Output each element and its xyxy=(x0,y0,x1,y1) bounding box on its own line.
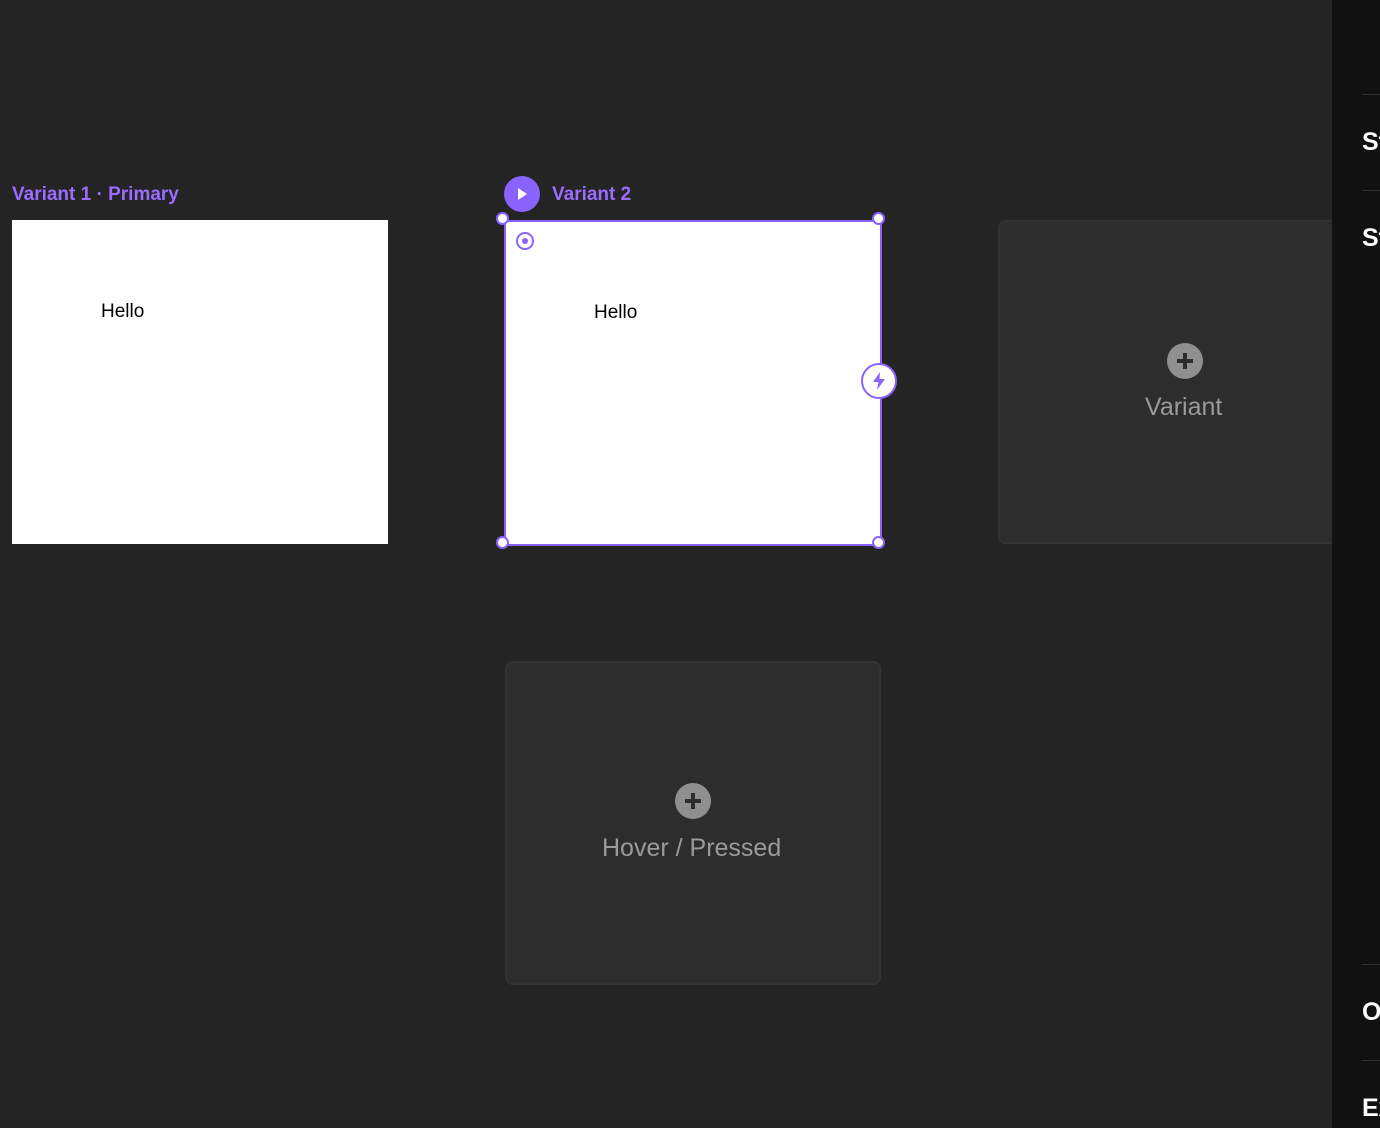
plus-circle-icon xyxy=(1167,343,1203,379)
add-state-label: Hover / Pressed xyxy=(602,834,782,862)
resize-handle-top-right[interactable] xyxy=(872,212,885,225)
origin-target-icon[interactable] xyxy=(515,231,535,251)
divider xyxy=(1362,964,1380,965)
interaction-bolt-button[interactable] xyxy=(861,363,897,399)
panel-section-header[interactable]: St xyxy=(1362,128,1380,157)
variant1-frame[interactable]: Hello xyxy=(12,220,388,544)
plus-circle-icon xyxy=(675,783,711,819)
variant2-label[interactable]: Variant 2 xyxy=(552,183,631,207)
design-canvas[interactable]: Variant 1 · Primary Hello Variant 2 Hell… xyxy=(0,0,1332,1128)
resize-handle-bottom-right[interactable] xyxy=(872,536,885,549)
divider xyxy=(1362,190,1380,191)
panel-section-header[interactable]: O xyxy=(1362,998,1380,1027)
panel-section-header[interactable]: St xyxy=(1362,224,1380,253)
add-state-placeholder[interactable]: Hover / Pressed xyxy=(505,661,881,985)
lightning-bolt-icon xyxy=(873,372,885,390)
add-variant-label: Variant xyxy=(1145,393,1223,421)
variant1-hello-text[interactable]: Hello xyxy=(101,301,144,323)
panel-section-header[interactable]: Ex xyxy=(1362,1094,1380,1123)
divider xyxy=(1362,1060,1380,1061)
properties-panel: St St O Ex xyxy=(1332,0,1380,1128)
resize-handle-top-left[interactable] xyxy=(496,212,509,225)
divider xyxy=(1362,94,1380,95)
variant2-frame[interactable]: Hello xyxy=(504,220,882,546)
play-icon xyxy=(518,188,527,200)
preview-play-button[interactable] xyxy=(504,176,540,212)
variant2-hello-text[interactable]: Hello xyxy=(594,302,637,324)
add-variant-placeholder[interactable]: Variant xyxy=(998,220,1332,544)
resize-handle-bottom-left[interactable] xyxy=(496,536,509,549)
variant1-label[interactable]: Variant 1 · Primary xyxy=(12,183,179,207)
